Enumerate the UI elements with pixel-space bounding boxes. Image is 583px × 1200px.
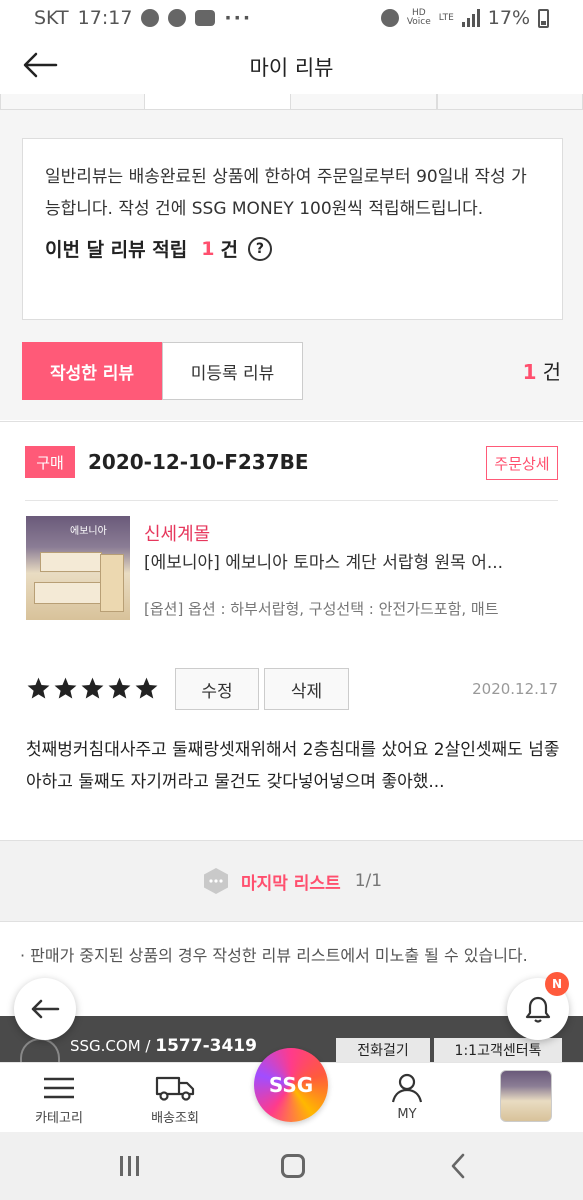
count-value: 1: [201, 237, 215, 260]
order-number: 2020-12-10-F237BE: [88, 450, 309, 474]
alarm-icon: [380, 9, 399, 27]
talk-icon: [168, 9, 187, 27]
lte-label: LTE: [438, 12, 454, 23]
status-bar: SKT 17:17 ··· HD Voice LTE 17%: [0, 0, 583, 36]
footnote: · 판매가 중지된 상품의 경우 작성한 리뷰 리스트에서 미노출 될 수 있습…: [20, 946, 528, 965]
customer-center-button[interactable]: 1:1고객센터톡: [434, 1038, 562, 1062]
truck-icon: [155, 1076, 195, 1101]
bell-icon: [525, 996, 551, 1023]
divider: [25, 500, 558, 501]
edit-review-button[interactable]: 수정: [175, 668, 259, 710]
star-icon: [108, 677, 131, 699]
footer-phone: SSG.COM / 1577-3419: [70, 1036, 257, 1056]
floating-back-button[interactable]: [14, 978, 76, 1040]
signal-icon: [461, 9, 480, 27]
footer-logo-icon: [20, 1038, 60, 1062]
tab-strip: [0, 94, 583, 110]
battery-percent: 17%: [487, 7, 530, 29]
call-button[interactable]: 전화걸기: [336, 1038, 430, 1062]
star-icon: [27, 677, 50, 699]
total-count-unit: 건: [542, 360, 561, 384]
recent-apps-icon[interactable]: [120, 1156, 142, 1176]
count-unit: 건: [220, 239, 238, 261]
tab-segment[interactable]: [437, 94, 583, 110]
tab-segment[interactable]: [290, 94, 437, 110]
carrier: SKT: [34, 7, 69, 29]
battery-icon: [538, 8, 549, 28]
star-icon: [81, 677, 104, 699]
person-icon: [391, 1073, 423, 1103]
help-icon[interactable]: ?: [247, 236, 272, 261]
nav-category[interactable]: 카테고리: [14, 1071, 104, 1126]
total-count-value: 1: [522, 360, 537, 384]
nav-delivery-label: 배송조회: [151, 1111, 199, 1126]
menu-icon: [44, 1077, 74, 1099]
review-notice-box: 일반리뷰는 배송완료된 상품에 한하여 주문일로부터 90일내 작성 가능합니다…: [22, 138, 563, 320]
tab-unregistered-reviews[interactable]: 미등록 리뷰: [162, 342, 303, 400]
delete-review-button[interactable]: 삭제: [264, 668, 349, 710]
tab-written-reviews[interactable]: 작성한 리뷰: [22, 342, 162, 400]
review-text[interactable]: 첫째벙커침대사주고 둘째랑셋재위해서 2층침대를 샀어요 2살인셋째도 넘좋아하…: [26, 734, 560, 798]
recent-item-thumbnail[interactable]: [500, 1070, 552, 1122]
tab-segment[interactable]: [0, 94, 145, 110]
message-icon: [195, 10, 216, 26]
product-name[interactable]: [에보니아] 에보니아 토마스 계단 서랍형 원목 어...: [144, 548, 554, 573]
app-header: 마이 리뷰: [0, 36, 583, 94]
total-count: 1건: [523, 356, 561, 385]
star-rating: [26, 676, 159, 701]
nav-my[interactable]: MY: [362, 1071, 452, 1122]
system-nav-bar: [0, 1132, 583, 1200]
count-label: 이번 달 리뷰 적립: [45, 239, 188, 261]
product-option: [옵션] 옵션 : 하부서랍형, 구성선택 : 안전가드포함, 매트: [144, 600, 499, 618]
nav-my-label: MY: [397, 1107, 417, 1122]
home-icon[interactable]: [281, 1154, 305, 1178]
monthly-review-count: 이번 달 리뷰 적립 1건 ?: [45, 235, 540, 262]
nav-delivery[interactable]: 배송조회: [130, 1071, 220, 1126]
more-dots: ···: [224, 7, 253, 29]
clock: 17:17: [77, 7, 133, 29]
last-list-label: 마지막 리스트: [240, 873, 341, 894]
notice-text: 일반리뷰는 배송완료된 상품에 한하여 주문일로부터 90일내 작성 가능합니다…: [45, 167, 527, 219]
ssg-home-button[interactable]: SSG: [254, 1048, 328, 1122]
star-icon: [54, 677, 77, 699]
last-list-indicator: 마지막 리스트 1/1: [0, 840, 583, 922]
thumbnail-label: 에보니아: [70, 526, 107, 537]
page-indicator: 1/1: [354, 871, 383, 891]
review-date: 2020.12.17: [472, 680, 558, 698]
back-arrow-icon: [31, 999, 60, 1019]
brand-name[interactable]: 신세계몰: [144, 520, 210, 546]
notification-button[interactable]: N: [507, 972, 569, 1040]
star-icon: [135, 677, 158, 699]
system-back-icon[interactable]: [448, 1152, 468, 1180]
purchase-badge: 구매: [25, 446, 75, 478]
product-thumbnail[interactable]: 에보니아: [26, 516, 130, 620]
page-title: 마이 리뷰: [249, 56, 334, 80]
hexagon-icon: [203, 868, 228, 894]
review-card: 구매 2020-12-10-F237BE 주문상세 에보니아 신세계몰 [에보니…: [0, 421, 583, 839]
nav-category-label: 카테고리: [35, 1111, 83, 1126]
order-detail-button[interactable]: 주문상세: [486, 446, 558, 480]
cup-icon: [141, 9, 160, 27]
notification-badge: N: [545, 972, 569, 996]
hd-voice-label: HD Voice: [406, 8, 431, 27]
